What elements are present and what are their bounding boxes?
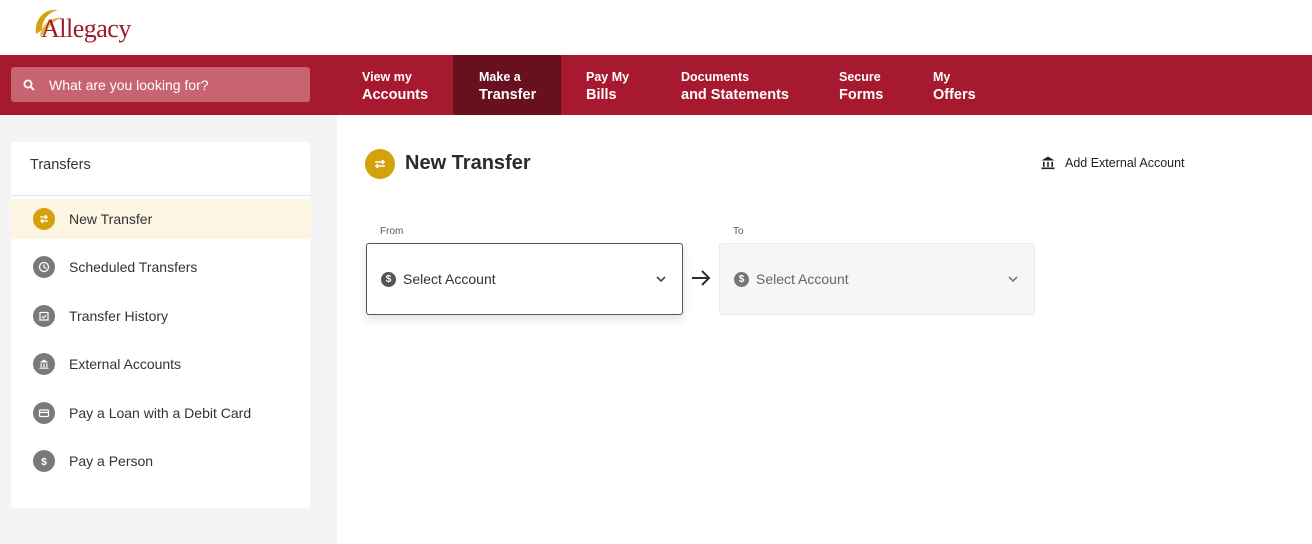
sidebar-item-scheduled-transfers[interactable]: Scheduled Transfers bbox=[11, 247, 310, 287]
sidebar-item-label: Transfer History bbox=[69, 308, 169, 324]
from-account-select[interactable]: $ Select Account bbox=[366, 243, 683, 315]
chevron-down-icon bbox=[656, 276, 666, 283]
nav-label-line1: Pay My bbox=[586, 70, 630, 84]
sidebar-item-pay-a-person[interactable]: $ Pay a Person bbox=[11, 441, 310, 481]
svg-text:$: $ bbox=[41, 457, 47, 467]
sidebar-item-external-accounts[interactable]: External Accounts bbox=[11, 344, 310, 384]
transfer-title-icon bbox=[365, 149, 395, 179]
nav-label-line2: Bills bbox=[586, 87, 617, 103]
calendar-icon bbox=[33, 305, 55, 327]
sidebar-item-label: New Transfer bbox=[69, 211, 153, 227]
nav-pay-bills[interactable]: Pay My Bills bbox=[586, 55, 629, 115]
transfers-sidebar: Transfers New Transfer Scheduled Transfe… bbox=[11, 142, 310, 508]
nav-view-accounts[interactable]: View my Accounts bbox=[362, 55, 428, 115]
search-placeholder: What are you looking for? bbox=[49, 76, 209, 93]
to-account-value: Select Account bbox=[756, 271, 849, 287]
to-label: To bbox=[733, 226, 744, 237]
nav-label-line2: Forms bbox=[839, 87, 884, 103]
nav-label-line2: Accounts bbox=[362, 87, 429, 103]
nav-my-offers[interactable]: My Offers bbox=[933, 55, 976, 115]
sidebar-item-pay-loan-debit-card[interactable]: Pay a Loan with a Debit Card bbox=[11, 393, 310, 433]
bank-icon bbox=[33, 353, 55, 375]
from-label: From bbox=[380, 226, 404, 237]
sidebar-item-label: External Accounts bbox=[69, 356, 182, 372]
sidebar-divider bbox=[11, 195, 310, 196]
nav-documents[interactable]: Documents and Statements bbox=[681, 55, 789, 115]
search-input[interactable]: What are you looking for? bbox=[11, 67, 310, 102]
nav-label-line1: Secure bbox=[839, 70, 881, 84]
nav-label-line1: Documents bbox=[681, 70, 750, 84]
bank-icon bbox=[1041, 156, 1055, 170]
from-account-value: Select Account bbox=[403, 271, 496, 287]
card-icon bbox=[33, 402, 55, 424]
arrow-right-icon bbox=[692, 270, 711, 286]
search-icon bbox=[23, 79, 35, 91]
sidebar-item-label: Pay a Loan with a Debit Card bbox=[69, 405, 252, 421]
sidebar-title: Transfers bbox=[30, 157, 91, 173]
nav-label-line1: My bbox=[933, 70, 951, 84]
sidebar-item-transfer-history[interactable]: Transfer History bbox=[11, 296, 310, 336]
nav-make-transfer[interactable]: Make a Transfer bbox=[453, 55, 561, 115]
to-account-select[interactable]: $ Select Account bbox=[719, 243, 1035, 315]
nav-secure-forms[interactable]: Secure Forms bbox=[839, 55, 883, 115]
add-external-account-link[interactable]: Add External Account bbox=[1040, 155, 1185, 171]
dollar-icon: $ bbox=[734, 271, 749, 287]
add-external-account-label: Add External Account bbox=[1065, 156, 1185, 170]
clock-icon bbox=[33, 256, 55, 278]
dollar-icon: $ bbox=[33, 450, 55, 472]
nav-label-line1: Make a bbox=[479, 70, 521, 84]
main-navbar: What are you looking for? View my Accoun… bbox=[0, 55, 1312, 115]
dollar-icon: $ bbox=[381, 271, 396, 287]
transfer-icon bbox=[33, 208, 55, 230]
page-title: New Transfer bbox=[405, 152, 531, 174]
sidebar-item-label: Pay a Person bbox=[69, 453, 154, 469]
nav-label-line1: View my bbox=[362, 70, 412, 84]
chevron-down-icon bbox=[1008, 276, 1018, 283]
nav-label-line2: Offers bbox=[933, 87, 976, 103]
top-header: Allegacy bbox=[0, 0, 1312, 55]
sidebar-item-label: Scheduled Transfers bbox=[69, 259, 198, 275]
logo-text: Allegacy bbox=[41, 14, 131, 43]
nav-label-line2: Transfer bbox=[479, 87, 537, 103]
nav-label-line2: and Statements bbox=[681, 87, 789, 103]
sidebar-item-new-transfer[interactable]: New Transfer bbox=[11, 199, 310, 239]
